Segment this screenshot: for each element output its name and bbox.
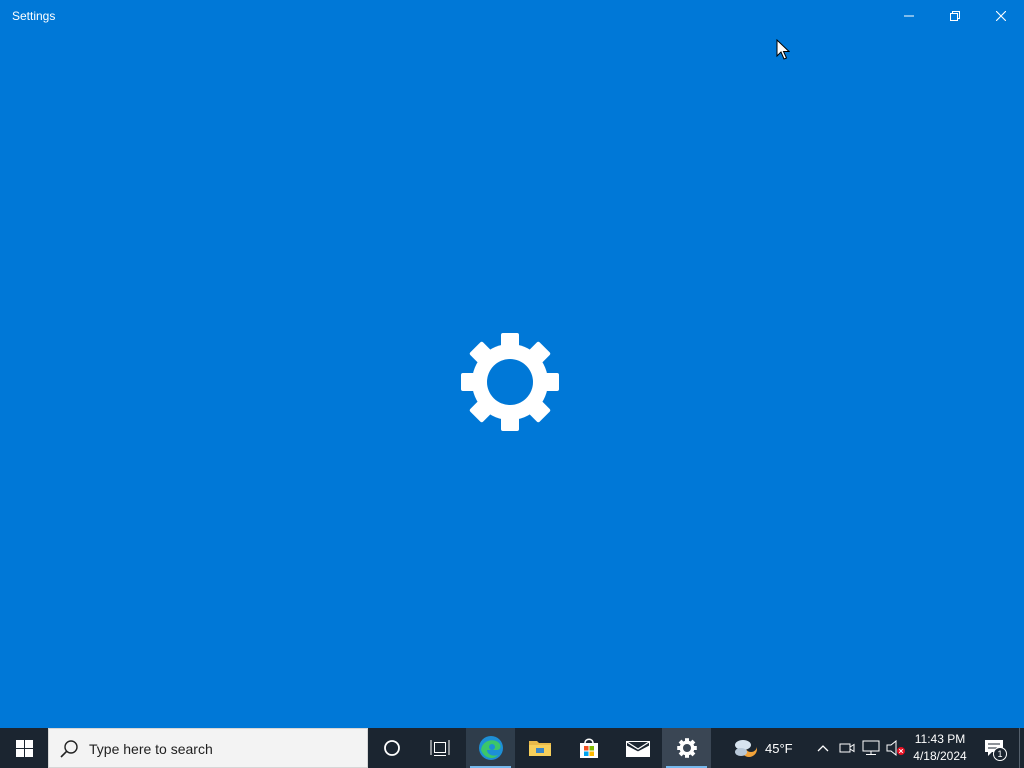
show-hidden-icons-button[interactable] [812,728,834,768]
edge-icon [478,736,503,760]
folder-icon [528,741,551,756]
volume-muted-icon [886,740,905,756]
mail-icon [625,741,650,757]
task-view-button[interactable] [416,728,464,768]
title-bar[interactable]: Settings [0,0,1024,32]
cortana-icon [384,740,400,756]
minimize-button[interactable] [886,0,932,32]
taskbar-search-box[interactable]: Type here to search [48,728,368,768]
show-desktop-button[interactable] [1019,728,1024,768]
close-icon [996,11,1006,21]
partly-cloudy-night-icon [735,740,757,757]
clock-date: 4/18/2024 [913,749,967,763]
taskbar-app-store[interactable] [564,728,613,768]
taskbar-app-settings[interactable] [662,728,711,768]
meet-now-icon [839,743,855,753]
chevron-up-icon [817,745,829,752]
meet-now-button[interactable] [836,728,858,768]
settings-window: Settings [0,0,1024,728]
clock-time: 11:43 PM [914,732,966,746]
close-button[interactable] [978,0,1024,32]
minimize-icon [904,15,914,17]
cortana-button[interactable] [368,728,416,768]
taskbar-app-edge[interactable] [466,728,515,768]
network-icon [862,740,880,755]
search-icon [60,740,78,758]
search-placeholder: Type here to search [89,741,213,757]
clock[interactable]: 11:43 PM 4/18/2024 [908,728,972,768]
restore-button[interactable] [932,0,978,32]
weather-temperature: 45°F [765,740,793,756]
windows-logo-icon [15,739,33,757]
start-button[interactable] [0,728,48,768]
store-icon [579,738,598,758]
restore-icon [950,11,960,21]
splash-gear-icon [460,332,560,432]
taskbar-app-mail[interactable] [613,728,662,768]
weather-widget[interactable]: 45°F [733,728,803,768]
gear-icon [676,738,697,758]
taskbar: Type here to search 45°F 11:43 PM 4/18/2… [0,728,1024,768]
mouse-cursor-icon [776,39,790,60]
action-center-button[interactable]: 1 [976,728,1012,768]
network-button[interactable] [859,728,883,768]
notification-count-badge: 1 [993,747,1007,761]
taskbar-app-file-explorer[interactable] [515,728,564,768]
window-title: Settings [12,9,56,23]
volume-button[interactable] [884,728,908,768]
task-view-icon [430,740,450,756]
